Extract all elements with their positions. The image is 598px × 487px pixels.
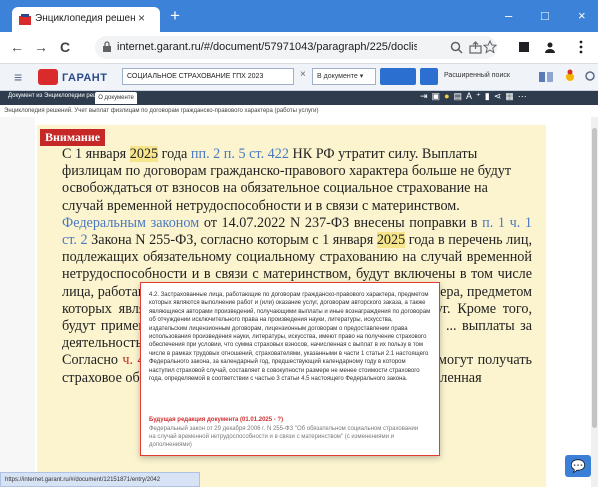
tab-close-icon[interactable]: × [138, 11, 145, 25]
text-run: Согласно [62, 352, 123, 369]
garant-logo[interactable]: ГАРАНТ [38, 67, 116, 87]
search-button[interactable] [380, 68, 416, 85]
article-link[interactable]: пп. 2 п. 5 ст. 422 [191, 146, 289, 162]
highlighted-year: 2025 [129, 146, 159, 162]
zoom-icon[interactable] [450, 41, 463, 54]
notice-paragraph-1: С 1 января 2025 года пп. 2 п. 5 ст. 422 … [62, 146, 532, 215]
advanced-search-link[interactable]: Расширенный поиск [444, 72, 510, 79]
left-gutter [0, 117, 35, 487]
garant-logo-text: ГАРАНТ [62, 72, 108, 84]
scrollbar-thumb[interactable] [592, 128, 597, 428]
reading-list-icon[interactable] [518, 41, 530, 53]
tab-title: Энциклопедия решений. Учет [35, 13, 135, 24]
document-tabs-bar: Документ из Энциклопедии решений О докум… [0, 91, 598, 105]
popup-redaction-link[interactable]: Будущая редакция документа (01.01.2025 -… [149, 417, 283, 423]
popup-article-text: 4.2. Застрахованные лица, работающие по … [149, 292, 431, 383]
print-icon[interactable]: ▣ [432, 91, 445, 101]
hamburger-menu-icon[interactable]: ≡ [14, 69, 22, 85]
garant-toolbar: ≡ ГАРАНТ × В документе ▾ Расширенный пои… [0, 64, 598, 91]
browser-tab-bar: Энциклопедия решений. Учет × + – □ × [0, 0, 598, 32]
export-icon[interactable]: ▦ [505, 91, 518, 101]
breadcrumb: Энциклопедия решений. Учет выплат физлиц… [4, 108, 319, 114]
share-icon[interactable] [469, 41, 482, 54]
chat-button[interactable]: 💬 [565, 455, 591, 477]
reload-icon[interactable]: C [60, 39, 70, 55]
info-icon[interactable]: ● [444, 91, 453, 101]
address-bar[interactable]: internet.garant.ru/#/document/57971043/p… [95, 36, 497, 59]
search-input[interactable] [122, 68, 294, 85]
settings-icon[interactable] [584, 69, 596, 83]
share-doc-icon[interactable]: ⋖ [494, 91, 506, 101]
url-text[interactable]: internet.garant.ru/#/document/57971043/p… [117, 41, 417, 53]
highlighted-year: 2025 [376, 232, 406, 249]
popup-law-title[interactable]: Федеральный закон от 29 декабря 2006 г. … [149, 425, 419, 449]
tab-about-document[interactable]: О документе [95, 92, 137, 104]
more-icon[interactable]: ⋯ [518, 91, 531, 101]
forward-icon[interactable]: → [34, 39, 48, 55]
compare-icon[interactable] [538, 70, 554, 84]
font-size-icon[interactable]: A⁺ [466, 91, 485, 101]
search-clear-icon[interactable]: × [300, 69, 306, 80]
browser-tab[interactable]: Энциклопедия решений. Учет × [12, 7, 160, 32]
lock-icon[interactable] [102, 41, 112, 53]
text-run: Закона N 255-ФЗ, согласно которым с 1 ян… [87, 232, 377, 249]
bookmark-icon[interactable]: ▮ [485, 91, 494, 101]
bookmark-star-icon[interactable] [483, 40, 497, 54]
search-options-button[interactable] [420, 68, 438, 85]
notice-heading: Внимание [40, 129, 106, 146]
text-run: С 1 января [62, 146, 130, 162]
minimize-icon[interactable]: – [505, 8, 512, 23]
maximize-icon[interactable]: □ [541, 8, 549, 23]
navigate-icon[interactable]: ⇥ [420, 91, 432, 101]
save-icon[interactable]: ▤ [454, 91, 467, 101]
document-tools: ⇥▣●▤A⁺▮⋖▦⋯ [420, 91, 531, 102]
chat-icon: 💬 [570, 459, 586, 473]
profile-icon[interactable] [544, 41, 556, 53]
article-preview-popup: 4.2. Застрахованные лица, работающие по … [140, 282, 440, 456]
garant-favicon-icon [19, 14, 31, 25]
menu-kebab-icon[interactable] [578, 40, 584, 54]
new-tab-button[interactable]: + [170, 7, 180, 24]
text-run: года [158, 146, 191, 162]
close-window-icon[interactable]: × [578, 8, 586, 23]
address-bar-row: ← → C internet.garant.ru/#/document/5797… [0, 32, 598, 64]
garant-logo-mark [38, 69, 58, 85]
link-status-bar: https://internet.garant.ru/#/document/12… [0, 472, 200, 487]
search-scope-select[interactable]: В документе ▾ [312, 68, 376, 85]
back-icon[interactable]: ← [10, 39, 24, 55]
favorites-icon[interactable] [562, 68, 578, 84]
text-run: от 14.07.2022 N 237-ФЗ внесены поправки … [199, 214, 483, 231]
federal-law-link[interactable]: Федеральным законом [62, 215, 199, 231]
